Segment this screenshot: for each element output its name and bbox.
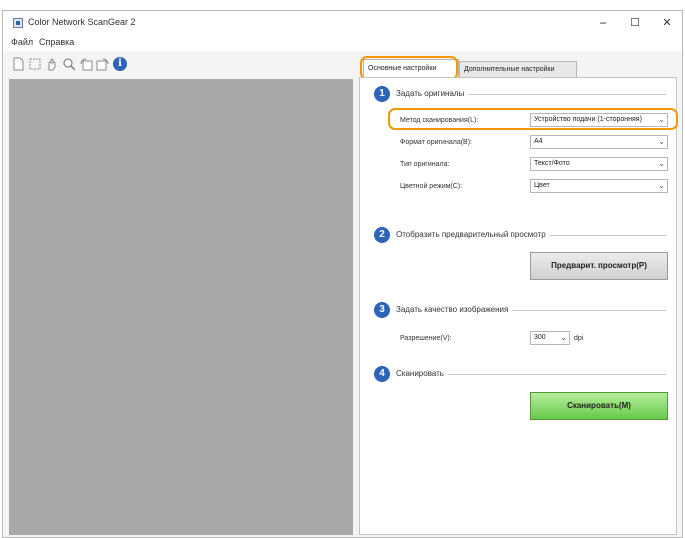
rotate-left-icon[interactable] <box>79 57 93 71</box>
hand-icon[interactable] <box>45 57 59 71</box>
section-preview-title: Отобразить предварительный просмотр <box>396 230 550 239</box>
color-mode-value: Цвет <box>534 182 550 189</box>
chevron-down-icon: ⌄ <box>560 333 567 342</box>
minimize-button[interactable]: − <box>589 14 617 32</box>
resolution-unit: dpi <box>574 335 584 342</box>
paper-size-value: A4 <box>534 138 543 145</box>
select-frame-icon[interactable] <box>28 57 42 71</box>
menu-file[interactable]: Файл <box>11 37 33 47</box>
paper-size-label: Формат оригинала(B): <box>400 139 472 146</box>
paper-size-select[interactable]: A4 ⌄ <box>530 135 668 149</box>
resolution-label: Разрешение(V): <box>400 335 452 342</box>
zoom-icon[interactable] <box>62 57 76 71</box>
preview-area[interactable] <box>9 79 353 535</box>
title-bar: Color Network ScanGear 2 − ☐ ✕ <box>3 11 682 35</box>
tab-advanced-settings[interactable]: Дополнительные настройки <box>459 61 577 77</box>
step-3-badge: 3 <box>374 302 390 318</box>
color-mode-label: Цветной режим(C): <box>400 183 463 190</box>
section-scan-title: Сканировать <box>396 369 448 378</box>
scan-method-highlight <box>388 108 678 130</box>
resolution-select[interactable]: 300 ⌄ <box>530 331 570 345</box>
window-title: Color Network ScanGear 2 <box>28 17 136 27</box>
section-originals-title: Задать оригиналы <box>396 89 469 98</box>
chevron-down-icon: ⌄ <box>658 137 665 146</box>
original-type-select[interactable]: Текст/Фото ⌄ <box>530 157 668 171</box>
chevron-down-icon: ⌄ <box>658 159 665 168</box>
step-4-badge: 4 <box>374 366 390 382</box>
rotate-right-icon[interactable] <box>96 57 110 71</box>
menu-bar: Файл Справка <box>3 35 682 51</box>
maximize-button[interactable]: ☐ <box>621 14 649 32</box>
preview-button[interactable]: Предварит. просмотр(P) <box>530 252 668 280</box>
original-type-label: Тип оригинала: <box>400 161 450 168</box>
menu-help[interactable]: Справка <box>39 37 74 47</box>
resolution-value: 300 <box>534 334 546 341</box>
basic-settings-panel: 1 Задать оригиналы Метод сканирования(L)… <box>359 77 677 535</box>
scan-button[interactable]: Сканировать(M) <box>530 392 668 420</box>
scangear-window: Color Network ScanGear 2 − ☐ ✕ Файл Спра… <box>2 10 683 538</box>
new-page-icon[interactable] <box>11 57 25 71</box>
original-type-value: Текст/Фото <box>534 160 570 167</box>
close-button[interactable]: ✕ <box>653 14 681 32</box>
chevron-down-icon: ⌄ <box>658 181 665 190</box>
app-icon <box>13 18 23 28</box>
toolbar: i <box>3 51 353 79</box>
section-quality-title: Задать качество изображения <box>396 305 513 314</box>
color-mode-select[interactable]: Цвет ⌄ <box>530 179 668 193</box>
step-1-badge: 1 <box>374 86 390 102</box>
info-icon[interactable]: i <box>113 57 127 71</box>
step-2-badge: 2 <box>374 227 390 243</box>
